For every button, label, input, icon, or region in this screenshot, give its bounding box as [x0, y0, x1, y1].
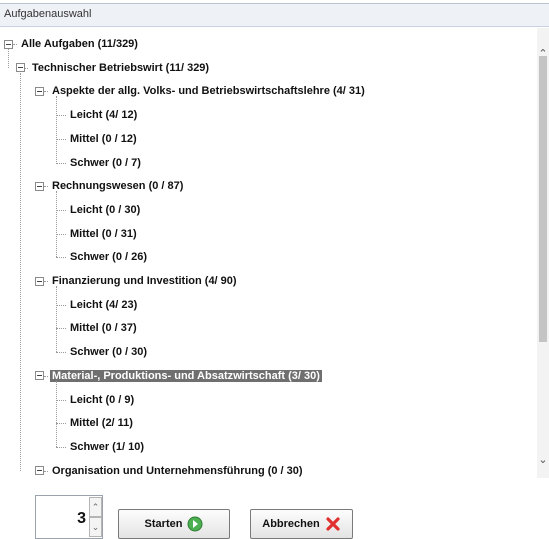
collapse-toggle-icon[interactable] [35, 181, 44, 191]
tree-scrollbar[interactable]: ⌃ ⌄ [537, 28, 549, 478]
collapse-toggle-icon[interactable] [35, 86, 44, 96]
tree-node-label: Rechnungswesen (0 / 87) [52, 180, 184, 193]
tree-connector [8, 49, 9, 68]
tree-connector [20, 72, 21, 471]
tree-node[interactable]: Leicht (0 / 30) [68, 201, 142, 219]
tree-node[interactable]: Finanzierung und Investition (4/ 90) [50, 272, 239, 290]
tree-node-label: Schwer (1/ 10) [70, 440, 144, 453]
tree-node-label: Alle Aufgaben (11/329) [21, 38, 138, 50]
tree-connector [25, 67, 28, 69]
task-tree[interactable]: Alle Aufgaben (11/329) Technischer Betrie… [0, 28, 537, 486]
collapse-toggle-icon[interactable] [4, 39, 13, 49]
tree-node-label: Leicht (4/ 12) [70, 109, 138, 122]
tree-node-label: Schwer (0 / 30) [70, 346, 148, 359]
tree-node[interactable]: Schwer (1/ 10) [68, 438, 146, 456]
tree-node[interactable]: Mittel (0 / 37) [68, 319, 139, 337]
tree-node-label: Schwer (0 / 26) [70, 251, 148, 264]
tree-connector [56, 286, 57, 353]
tree-node[interactable]: Mittel (0 / 31) [68, 225, 139, 243]
tree-node[interactable]: Material-, Produktions- und Absatzwirtsc… [50, 367, 322, 385]
tree-connector [44, 375, 48, 377]
tree-node-label: Schwer (0 / 7) [70, 156, 141, 169]
tree-node-label: Technischer Betriebswirt (11/ 329) [32, 61, 210, 74]
tree-connector [44, 281, 48, 282]
tree-node[interactable]: Mittel (2/ 11) [68, 414, 135, 432]
tree-node-label: Leicht (0 / 9) [70, 393, 135, 406]
spin-up-button[interactable]: ⌃ [89, 497, 102, 517]
panel-titlebar: Aufgabenauswahl [0, 3, 549, 27]
tree-connector [44, 91, 48, 93]
spin-down-button[interactable]: ⌄ [89, 517, 102, 537]
tree-node[interactable]: Rechnungswesen (0 / 87) [50, 177, 185, 195]
tree-node-label: Leicht (0 / 30) [70, 203, 141, 216]
tree-node[interactable]: Schwer (0 / 7) [68, 154, 143, 172]
tree-connector [56, 209, 66, 211]
tree-node[interactable]: Leicht (4/ 23) [68, 296, 139, 314]
tree-connector [56, 233, 66, 235]
tree-connector [56, 380, 57, 447]
tree-node-label: Mittel (2/ 11) [70, 417, 133, 430]
tree-node[interactable]: Alle Aufgaben (11/329) [19, 35, 140, 53]
red-x-icon [326, 517, 340, 531]
tree-connector [56, 304, 66, 306]
task-selection-panel: Aufgabenauswahl Alle Aufgaben (11/329) Te… [0, 0, 549, 539]
tree-node-label: Mittel (0 / 37) [70, 322, 137, 335]
scrollbar-thumb[interactable] [539, 56, 547, 342]
tree-node-label: Mittel (0 / 31) [70, 227, 137, 240]
tree-connector [56, 399, 66, 401]
tree-node-label: Aspekte der allg. Volks- und Betriebswir… [52, 85, 365, 98]
tree-connector [56, 96, 57, 163]
tree-node[interactable]: Aspekte der allg. Volks- und Betriebswir… [50, 82, 367, 100]
tree-node[interactable]: Schwer (0 / 26) [68, 248, 149, 266]
tree-node[interactable]: Schwer (0 / 30) [68, 343, 149, 361]
task-count-spinbox[interactable]: 3 ⌃ ⌄ [35, 495, 103, 539]
start-button[interactable]: Starten [118, 509, 230, 539]
tree-connector [56, 328, 66, 330]
cancel-label: Abbrechen [262, 518, 320, 530]
tree-connector [56, 257, 66, 259]
collapse-toggle-icon[interactable] [35, 371, 44, 381]
tree-connector [56, 352, 66, 354]
task-count-value[interactable]: 3 [36, 510, 86, 528]
tree-connector [44, 186, 48, 188]
tree-connector [56, 191, 57, 258]
collapse-toggle-icon[interactable] [35, 466, 44, 476]
tree-node-label: Finanzierung und Investition (4/ 90) [52, 275, 237, 287]
collapse-toggle-icon[interactable] [35, 276, 44, 286]
tree-node[interactable]: Mittel (0 / 12) [68, 130, 139, 148]
collapse-toggle-icon[interactable] [16, 63, 25, 73]
cancel-button[interactable]: Abbrechen [250, 509, 353, 539]
tree-node[interactable]: Organisation und Unternehmensführung (0 … [50, 462, 305, 480]
tree-node-label: Material-, Produktions- und Absatzwirtsc… [50, 369, 322, 382]
tree-node-label: Organisation und Unternehmensführung (0 … [52, 464, 303, 477]
tree-node[interactable]: Technischer Betriebswirt (11/ 329) [30, 59, 211, 77]
start-label: Starten [144, 518, 183, 530]
tree-node-label: Leicht (4/ 23) [70, 298, 138, 311]
scroll-down-icon[interactable]: ⌄ [537, 452, 549, 468]
tree-node[interactable]: Leicht (0 / 9) [68, 391, 136, 409]
tree-connector [56, 162, 66, 164]
tree-node-label: Mittel (0 / 12) [70, 132, 137, 145]
tree-connector [56, 423, 66, 425]
tree-connector [13, 44, 17, 45]
tree-connector [56, 115, 66, 117]
tree-connector [56, 138, 66, 140]
tree-connector [56, 446, 66, 448]
tree-connector [44, 470, 48, 472]
go-green-icon [187, 516, 203, 532]
tree-node[interactable]: Leicht (4/ 12) [68, 106, 139, 124]
panel-title: Aufgabenauswahl [4, 8, 92, 20]
